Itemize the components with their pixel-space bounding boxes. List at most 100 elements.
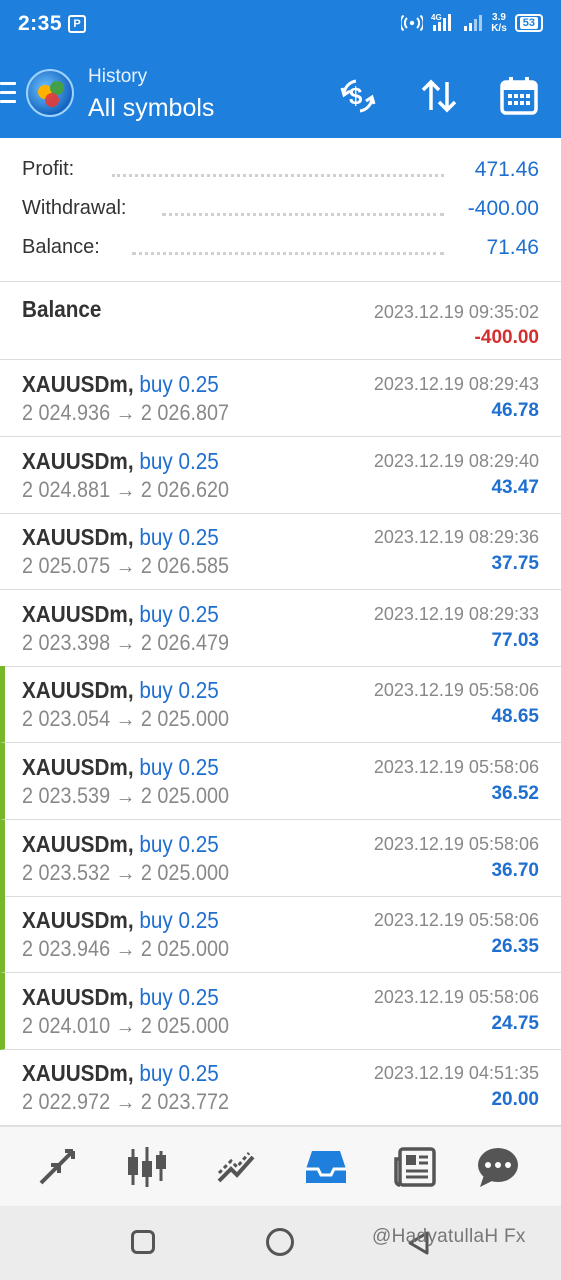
- deal-symbol: XAUUSDm, buy 0.25: [22, 1060, 219, 1087]
- deal-time: 2023.12.19 05:58:06: [373, 680, 539, 701]
- system-nav: @HadyatullaH Fx: [0, 1206, 561, 1280]
- arrow-right-icon: →: [115, 936, 136, 962]
- summary-withdrawal-row: Withdrawal: -400.00: [22, 197, 539, 227]
- sort-icon[interactable]: [419, 76, 459, 116]
- deal-time: 2023.12.19 08:29:33: [373, 603, 539, 624]
- dotted-leader: [132, 252, 444, 255]
- speed-unit: K/s: [491, 23, 507, 34]
- balance-amount: -400.00: [474, 327, 539, 348]
- history-icon[interactable]: [304, 1145, 348, 1189]
- menu-icon[interactable]: [0, 82, 16, 104]
- deal-row[interactable]: XAUUSDm, buy 0.25 2 023.054 → 2 025.000 20…: [0, 666, 561, 744]
- open-price: 2 023.398: [22, 629, 111, 655]
- deal-prices: 2 023.532 → 2 025.000: [22, 860, 229, 886]
- recents-button[interactable]: [131, 1230, 155, 1254]
- deal-side: buy 0.25: [139, 983, 219, 1010]
- chat-icon[interactable]: [476, 1145, 520, 1189]
- open-price: 2 023.532: [22, 859, 111, 885]
- open-price: 2 022.972: [22, 1089, 111, 1115]
- deal-symbol: XAUUSDm, buy 0.25: [22, 448, 219, 475]
- dotted-leader: [162, 213, 444, 216]
- summary-label: Profit:: [22, 158, 81, 181]
- page-title[interactable]: All symbols: [88, 94, 214, 123]
- summary-label: Balance:: [22, 236, 106, 259]
- deal-side: buy 0.25: [139, 524, 219, 551]
- close-price: 2 026.479: [140, 629, 229, 655]
- dollar-refresh-icon[interactable]: $: [338, 76, 378, 116]
- signal-icon-2: [464, 15, 483, 31]
- arrow-right-icon: →: [115, 553, 136, 579]
- hotspot-icon: [401, 15, 424, 31]
- status-bar: 2:35 P 4G 3.9 K/s 53: [0, 0, 561, 52]
- open-price: 2 024.010: [22, 1012, 111, 1038]
- deal-symbol: XAUUSDm, buy 0.25: [22, 677, 219, 704]
- close-price: 2 026.807: [140, 400, 229, 425]
- deal-row[interactable]: XAUUSDm, buy 0.25 2 023.539 → 2 025.000 20…: [0, 743, 561, 820]
- deal-side: buy 0.25: [139, 1060, 219, 1087]
- summary-balance-row: Balance: 71.46: [22, 236, 539, 266]
- deal-side: buy 0.25: [139, 754, 219, 780]
- arrow-right-icon: →: [115, 1089, 136, 1115]
- deal-time: 2023.12.19 05:58:06: [373, 833, 539, 854]
- quotes-icon[interactable]: [35, 1145, 79, 1189]
- deal-prices: 2 025.075 → 2 026.585: [22, 553, 229, 579]
- deal-row[interactable]: XAUUSDm, buy 0.25 2 023.946 → 2 025.000 20…: [0, 896, 561, 974]
- deal-row[interactable]: XAUUSDm, buy 0.25 2 025.075 → 2 026.585 20…: [0, 513, 561, 591]
- arrow-right-icon: →: [115, 1012, 136, 1038]
- trade-icon[interactable]: [215, 1145, 259, 1189]
- deal-row[interactable]: XAUUSDm, buy 0.25 2 023.398 → 2 026.479 20…: [0, 590, 561, 667]
- calendar-icon[interactable]: [499, 76, 539, 116]
- arrow-right-icon: →: [115, 400, 136, 425]
- close-price: 2 026.620: [140, 476, 229, 502]
- arrow-right-icon: →: [115, 783, 136, 808]
- deal-row[interactable]: XAUUSDm, buy 0.25 2 024.881 → 2 026.620 20…: [0, 437, 561, 514]
- deal-profit: 24.75: [491, 1012, 539, 1034]
- deal-prices: 2 023.539 → 2 025.000: [22, 783, 229, 809]
- close-price: 2 025.000: [140, 936, 229, 962]
- symbol-name: XAUUSDm,: [22, 907, 134, 934]
- symbol-name: XAUUSDm,: [22, 371, 134, 397]
- open-price: 2 023.946: [22, 936, 111, 962]
- arrow-right-icon: →: [115, 859, 136, 885]
- app-bar: History All symbols $: [0, 52, 561, 138]
- deal-time: 2023.12.19 08:29:40: [373, 450, 539, 471]
- svg-text:$: $: [349, 83, 363, 110]
- bottom-nav: [0, 1126, 561, 1206]
- deal-symbol: XAUUSDm, buy 0.25: [22, 907, 219, 934]
- deal-profit: 48.65: [491, 706, 539, 728]
- symbol-name: XAUUSDm,: [22, 983, 134, 1010]
- close-price: 2 026.585: [140, 553, 229, 579]
- news-icon[interactable]: [394, 1145, 438, 1189]
- symbol-name: XAUUSDm,: [22, 754, 134, 780]
- network-label: 4G: [431, 13, 442, 22]
- deal-symbol: XAUUSDm, buy 0.25: [22, 984, 219, 1011]
- balance-entry[interactable]: Balance 2023.12.19 09:35:02 -400.00: [0, 283, 561, 360]
- top-bar: 2:35 P 4G 3.9 K/s 53 History All symbols…: [0, 0, 561, 138]
- home-button[interactable]: [266, 1228, 294, 1256]
- status-right: 4G 3.9 K/s 53: [401, 12, 543, 34]
- close-price: 2 025.000: [140, 783, 229, 808]
- arrow-right-icon: →: [115, 706, 136, 732]
- chart-icon[interactable]: [125, 1145, 169, 1189]
- deal-row[interactable]: XAUUSDm, buy 0.25 2 023.532 → 2 025.000 20…: [0, 819, 561, 897]
- deal-row[interactable]: XAUUSDm, buy 0.25 2 024.936 → 2 026.807 20…: [0, 360, 561, 437]
- deal-side: buy 0.25: [139, 830, 219, 857]
- close-price: 2 025.000: [140, 859, 229, 885]
- mt-logo-icon: [26, 69, 74, 117]
- deal-row[interactable]: XAUUSDm, buy 0.25 2 022.972 → 2 023.772 20…: [0, 1049, 561, 1127]
- deal-row[interactable]: XAUUSDm, buy 0.25 2 024.010 → 2 025.000 20…: [0, 972, 561, 1050]
- deal-profit: 43.47: [491, 476, 539, 498]
- deal-side: buy 0.25: [139, 677, 219, 704]
- deal-side: buy 0.25: [139, 371, 219, 397]
- deal-profit: 20.00: [491, 1089, 539, 1111]
- speed-value: 3.9: [492, 12, 506, 23]
- network-speed: 3.9 K/s: [491, 12, 507, 34]
- deal-symbol: XAUUSDm, buy 0.25: [22, 831, 219, 858]
- deal-time: 2023.12.19 08:29:36: [373, 527, 539, 548]
- battery-level: 53: [519, 17, 538, 29]
- balance-title: Balance: [22, 296, 102, 322]
- summary-profit-row: Profit: 471.46: [22, 158, 539, 188]
- deal-side: buy 0.25: [139, 447, 219, 474]
- arrow-right-icon: →: [115, 629, 136, 655]
- open-price: 2 023.539: [22, 783, 111, 808]
